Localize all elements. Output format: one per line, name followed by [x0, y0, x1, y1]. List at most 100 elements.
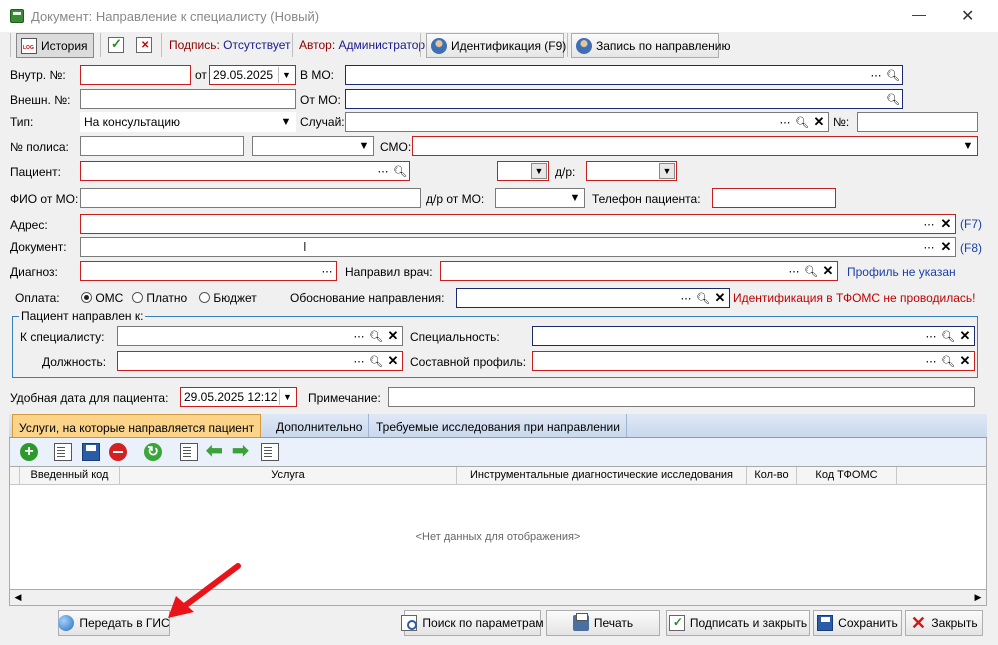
ellipsis-icon[interactable]: ⋯: [921, 239, 937, 255]
chevron-down-icon[interactable]: ▼: [279, 389, 295, 405]
add-icon[interactable]: +: [20, 443, 38, 461]
ellipsis-icon[interactable]: ⋯: [375, 163, 391, 179]
column-instrumental[interactable]: Инструментальные диагностические исследо…: [457, 467, 747, 485]
specialty-input[interactable]: ⋯ 🔍︎ ✕: [532, 326, 975, 346]
delete-icon[interactable]: [109, 443, 127, 461]
chevron-down-icon[interactable]: ▼: [567, 190, 583, 206]
search-icon[interactable]: 🔍︎: [885, 91, 901, 107]
chevron-down-icon[interactable]: ▼: [356, 138, 372, 154]
chevron-down-icon[interactable]: ▼: [960, 138, 976, 154]
scroll-right-icon[interactable]: ▶: [970, 590, 986, 605]
search-params-button[interactable]: Поиск по параметрам: [401, 610, 544, 636]
fio-input[interactable]: [80, 188, 421, 208]
appointment-button[interactable]: Запись по направлению: [571, 33, 730, 58]
chevron-down-icon[interactable]: ▼: [278, 67, 294, 83]
internal-number-input[interactable]: [80, 65, 191, 85]
policy-type-select[interactable]: ▼: [252, 136, 374, 156]
refresh-icon[interactable]: ↻: [144, 443, 162, 461]
clear-icon[interactable]: ✕: [385, 353, 401, 369]
send-gis-button[interactable]: Передать в ГИС: [58, 610, 170, 636]
search-icon[interactable]: 🔍︎: [885, 67, 901, 83]
sex-select[interactable]: ▼: [497, 161, 549, 181]
clear-icon[interactable]: ✕: [811, 114, 827, 130]
chevron-down-icon[interactable]: ▼: [531, 163, 547, 179]
payment-oms-radio[interactable]: ОМС: [81, 291, 123, 305]
ellipsis-icon[interactable]: ⋯: [923, 328, 939, 344]
column-entered-code[interactable]: Введенный код: [20, 467, 120, 485]
clear-icon[interactable]: ✕: [957, 328, 973, 344]
column-tfoms-code[interactable]: Код ТФОМС: [797, 467, 897, 485]
column-service[interactable]: Услуга: [120, 467, 457, 485]
convenient-date-input[interactable]: 29.05.2025 12:12 ▼: [180, 387, 297, 407]
tab-services[interactable]: Услуги, на которые направляется пациент: [12, 414, 262, 437]
document-input[interactable]: I ⋯ ✕: [80, 237, 956, 257]
search-icon[interactable]: 🔍︎: [803, 263, 819, 279]
clear-icon[interactable]: ✕: [820, 263, 836, 279]
identification-button[interactable]: Идентификация (F9): [426, 33, 566, 58]
close-button[interactable]: ✕ Закрыть: [905, 610, 983, 636]
search-icon[interactable]: 🔍︎: [368, 328, 384, 344]
horizontal-scrollbar[interactable]: ◀ ▶: [9, 590, 987, 606]
dob-mo-input[interactable]: ▼: [495, 188, 585, 208]
patient-input[interactable]: ⋯ 🔍︎: [80, 161, 410, 181]
ellipsis-icon[interactable]: ⋯: [786, 263, 802, 279]
arrow-right-icon[interactable]: ➡: [232, 441, 250, 461]
edit-row-icon[interactable]: [54, 443, 72, 461]
doctor-input[interactable]: ⋯ 🔍︎ ✕: [440, 261, 838, 281]
note-input[interactable]: [388, 387, 975, 407]
approve-button[interactable]: [108, 36, 124, 56]
close-window-button[interactable]: ✕: [961, 6, 974, 26]
clear-icon[interactable]: ✕: [938, 239, 954, 255]
ellipsis-icon[interactable]: ⋯: [678, 290, 694, 306]
document-icon[interactable]: [261, 443, 279, 461]
clear-icon[interactable]: ✕: [385, 328, 401, 344]
tab-additional[interactable]: Дополнительно: [270, 414, 370, 437]
smo-select[interactable]: ▼: [412, 136, 978, 156]
save-row-icon[interactable]: [82, 443, 100, 461]
scroll-left-icon[interactable]: ◀: [10, 590, 26, 605]
ellipsis-icon[interactable]: ⋯: [868, 67, 884, 83]
tab-required-studies[interactable]: Требуемые исследования при направлении: [370, 414, 627, 437]
search-icon[interactable]: 🔍︎: [794, 114, 810, 130]
clear-icon[interactable]: ✕: [957, 353, 973, 369]
specialist-input[interactable]: ⋯ 🔍︎ ✕: [117, 326, 403, 346]
clear-icon[interactable]: ✕: [938, 216, 954, 232]
ellipsis-icon[interactable]: ⋯: [777, 114, 793, 130]
type-select[interactable]: На консультацию ▼: [80, 112, 296, 132]
chevron-down-icon[interactable]: ▼: [659, 163, 675, 179]
external-number-input[interactable]: [80, 89, 296, 109]
save-button[interactable]: Сохранить: [813, 610, 902, 636]
list-icon[interactable]: [180, 443, 198, 461]
reason-input[interactable]: ⋯ 🔍︎ ✕: [456, 288, 730, 308]
number-input[interactable]: [857, 112, 978, 132]
column-quantity[interactable]: Кол-во: [747, 467, 797, 485]
ellipsis-icon[interactable]: ⋯: [923, 353, 939, 369]
dob-input[interactable]: ▼: [586, 161, 677, 181]
chevron-down-icon[interactable]: ▼: [278, 114, 294, 130]
ellipsis-icon[interactable]: ⋯: [351, 353, 367, 369]
services-grid[interactable]: Введенный код Услуга Инструментальные ди…: [9, 466, 987, 590]
composite-profile-input[interactable]: ⋯ 🔍︎ ✕: [532, 351, 975, 371]
arrow-left-icon[interactable]: ⬅: [206, 441, 224, 461]
history-button[interactable]: История: [16, 33, 94, 58]
phone-input[interactable]: [712, 188, 836, 208]
ellipsis-icon[interactable]: ⋯: [921, 216, 937, 232]
position-input[interactable]: ⋯ 🔍︎ ✕: [117, 351, 403, 371]
search-icon[interactable]: 🔍︎: [368, 353, 384, 369]
diagnosis-input[interactable]: ⋯: [80, 261, 337, 281]
from-mo-input[interactable]: 🔍︎: [345, 89, 903, 109]
to-mo-input[interactable]: ⋯ 🔍︎: [345, 65, 903, 85]
reject-button[interactable]: [136, 37, 152, 56]
ellipsis-icon[interactable]: ⋯: [319, 263, 335, 279]
print-button[interactable]: Печать: [546, 610, 660, 636]
search-icon[interactable]: 🔍︎: [940, 353, 956, 369]
clear-icon[interactable]: ✕: [712, 290, 728, 306]
date-input[interactable]: 29.05.2025 ▼: [209, 65, 296, 85]
payment-paid-radio[interactable]: Платно: [132, 291, 187, 305]
sign-close-button[interactable]: Подписать и закрыть: [666, 610, 810, 636]
search-icon[interactable]: 🔍︎: [940, 328, 956, 344]
policy-input[interactable]: [80, 136, 244, 156]
ellipsis-icon[interactable]: ⋯: [351, 328, 367, 344]
search-icon[interactable]: 🔍︎: [695, 290, 711, 306]
search-icon[interactable]: 🔍︎: [392, 163, 408, 179]
